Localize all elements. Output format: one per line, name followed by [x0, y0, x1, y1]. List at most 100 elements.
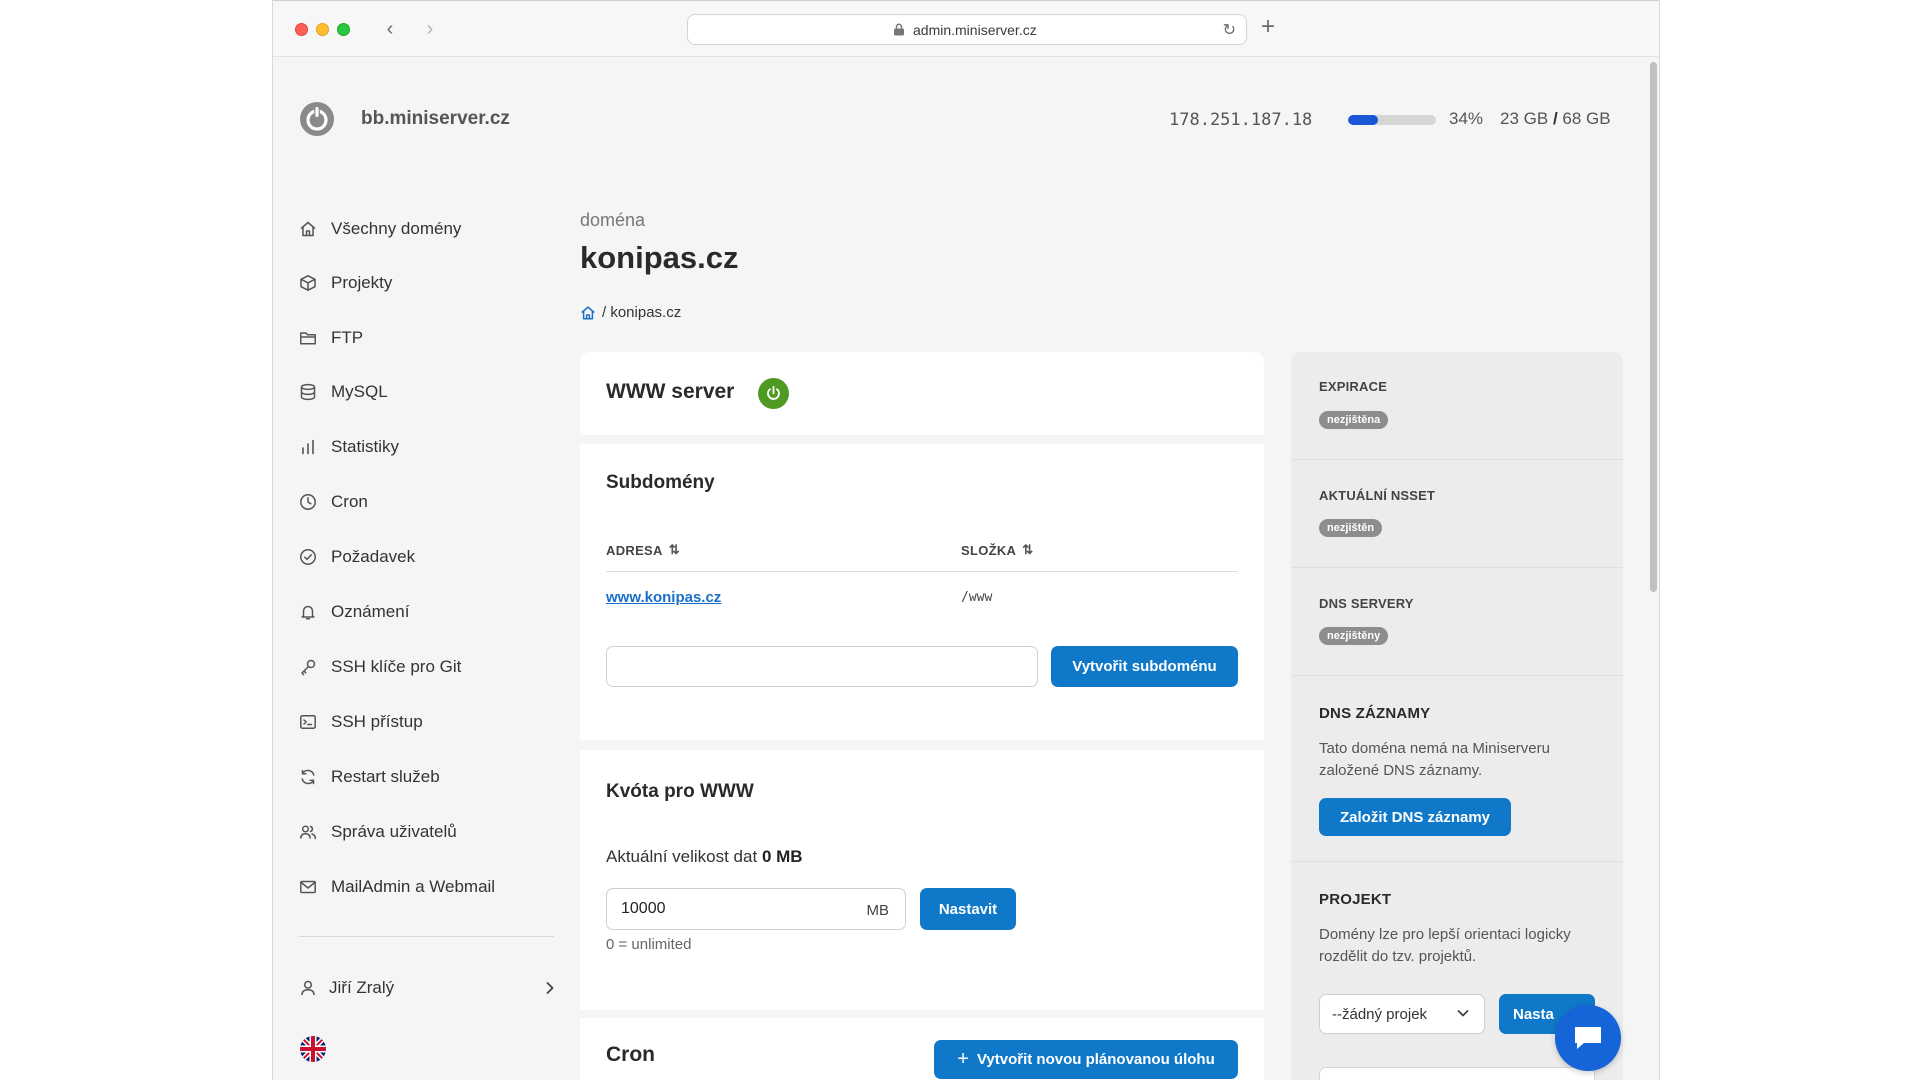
nsset-section: AKTUÁLNÍ NSSET nezjištěn [1291, 460, 1623, 568]
subdomains-card: Subdomény ADRESA ⇅ SLOŽKA ⇅ www.konipas.cz… [580, 444, 1264, 740]
sidebar-item-ftp[interactable]: FTP [299, 323, 363, 353]
project-text: Domény lze pro lepší orientaci logicky r… [1319, 926, 1571, 965]
back-icon[interactable]: ‹ [379, 15, 401, 43]
page-kicker: doména [580, 210, 646, 230]
chevron-down-icon [1457, 1010, 1469, 1017]
column-header-label: SLOŽKA [961, 542, 1017, 558]
disk-separator: / [1552, 109, 1558, 128]
browser-window: ‹ › admin.miniserver.cz ↻ + bb.miniserve… [272, 0, 1660, 1080]
sidebar-item-label: Projekty [331, 273, 393, 292]
sidebar-item-label: Oznámení [331, 602, 410, 621]
dns-records-section: DNS ZÁZNAMY Tato doména nemá na Miniserv… [1291, 676, 1623, 862]
sidebar-item-ssh-keys[interactable]: SSH klíče pro Git [299, 652, 461, 682]
quota-card: Kvóta pro WWW Aktuální velikost dat 0 MB… [580, 750, 1264, 1010]
terminal-icon [300, 715, 316, 729]
dns-servers-badge: nezjištěny [1319, 627, 1389, 645]
expiration-section: EXPIRACE nezjištěna [1291, 352, 1623, 460]
project-select-value: --žádný projek [1332, 1005, 1428, 1023]
disk-total: 68 GB [1562, 109, 1611, 128]
dns-records-text: Tato doména nemá na Miniserveru založené… [1319, 740, 1550, 779]
www-server-title: WWW server [606, 380, 735, 403]
sidebar-item-user-management[interactable]: Správa uživatelů [299, 817, 457, 847]
chevron-right-icon [546, 982, 554, 994]
breadcrumb: / konipas.cz [580, 304, 681, 321]
create-cron-job-label: Vytvořit novou plánovanou úlohu [976, 1051, 1215, 1068]
new-tab-icon[interactable]: + [1261, 13, 1275, 41]
dns-servers-label: DNS SERVERY [1319, 596, 1414, 611]
project-title: PROJEKT [1319, 891, 1392, 908]
create-subdomain-button[interactable]: Vytvořit subdoménu [1051, 646, 1238, 687]
user-menu[interactable]: Jiří Zralý [299, 973, 557, 1003]
chat-widget-button[interactable] [1555, 1005, 1621, 1071]
nsset-badge: nezjištěn [1319, 519, 1383, 537]
sidebar-item-mailadmin[interactable]: MailAdmin a Webmail [299, 872, 495, 902]
nsset-label: AKTUÁLNÍ NSSET [1319, 488, 1436, 503]
uk-flag-icon[interactable] [300, 1036, 326, 1062]
sort-icon: ⇅ [668, 542, 680, 557]
quota-current: Aktuální velikost dat 0 MB [606, 847, 803, 867]
sidebar-item-cron[interactable]: Cron [299, 487, 368, 517]
sidebar-item-all-domains[interactable]: Všechny domény [299, 214, 461, 244]
quota-input[interactable]: 10000 MB [606, 888, 906, 930]
disk-used: 23 GB [1500, 109, 1549, 128]
reload-icon[interactable]: ↻ [1223, 20, 1236, 40]
bar-chart-icon [302, 439, 314, 455]
sidebar-item-label: FTP [331, 328, 364, 347]
quota-current-label: Aktuální velikost dat [606, 847, 758, 866]
sidebar-item-label: MailAdmin a Webmail [331, 877, 496, 896]
sidebar-item-label: Všechny domény [331, 219, 462, 238]
maximize-window-button[interactable] [337, 23, 350, 36]
dns-servers-section: DNS SERVERY nezjištěny [1291, 568, 1623, 676]
page-scrollbar[interactable] [1650, 62, 1657, 592]
sidebar-item-statistics[interactable]: Statistiky [299, 432, 399, 462]
expiration-label: EXPIRACE [1319, 379, 1388, 394]
project-new-input[interactable] [1319, 1067, 1595, 1080]
project-select[interactable]: --žádný projek [1319, 994, 1485, 1034]
sidebar-item-label: SSH přístup [331, 712, 423, 731]
expiration-badge: nezjištěna [1319, 411, 1389, 429]
sidebar-item-mysql[interactable]: MySQL [299, 377, 388, 407]
users-icon [300, 825, 317, 840]
new-subdomain-input[interactable] [606, 646, 1038, 687]
www-server-card: WWW server [580, 352, 1264, 435]
sidebar-item-label: Cron [331, 492, 368, 511]
sidebar-item-restart-services[interactable]: Restart služeb [299, 762, 440, 792]
sidebar-item-label: MySQL [331, 382, 388, 401]
browser-titlebar: ‹ › admin.miniserver.cz ↻ + [273, 0, 1659, 57]
sidebar-item-notifications[interactable]: Oznámení [299, 597, 409, 627]
sidebar-item-label: Statistiky [331, 437, 400, 456]
home-icon[interactable] [580, 305, 596, 321]
disk-usage-fill [1348, 115, 1378, 125]
create-cron-job-button[interactable]: + Vytvořit novou plánovanou úlohu [934, 1040, 1238, 1079]
column-header-folder[interactable]: SLOŽKA ⇅ [961, 542, 1033, 558]
column-header-address[interactable]: ADRESA ⇅ [606, 542, 680, 558]
sidebar-divider [299, 936, 554, 937]
forward-icon[interactable]: › [419, 15, 441, 43]
user-icon [301, 980, 315, 996]
refresh-icon [301, 769, 315, 785]
domain-info-panel: EXPIRACE nezjištěna AKTUÁLNÍ NSSET nezji… [1291, 352, 1623, 1080]
minimize-window-button[interactable] [316, 23, 329, 36]
disk-usage-percent: 34% [1449, 109, 1484, 128]
miniserver-logo-icon[interactable] [299, 101, 335, 137]
table-divider [606, 571, 1238, 572]
subdomain-link[interactable]: www.konipas.cz [606, 589, 721, 606]
set-quota-button[interactable]: Nastavit [920, 888, 1016, 930]
sidebar-item-request[interactable]: Požadavek [299, 542, 415, 572]
create-dns-records-button[interactable]: Založit DNS záznamy [1319, 798, 1511, 836]
subdomains-title: Subdomény [606, 472, 715, 493]
quota-input-value: 10000 [621, 900, 666, 917]
quota-unit: MB [866, 902, 890, 919]
sidebar-item-projects[interactable]: Projekty [299, 268, 392, 298]
disk-usage-size: 23 GB / 68 GB [1500, 109, 1611, 129]
address-bar[interactable]: admin.miniserver.cz ↻ [687, 14, 1247, 45]
close-window-button[interactable] [295, 23, 308, 36]
disk-usage-bar [1348, 115, 1436, 125]
mail-icon [300, 880, 316, 894]
server-ip: 178.251.187.18 [1169, 110, 1313, 130]
breadcrumb-current: konipas.cz [610, 304, 682, 321]
folder-icon [300, 332, 316, 345]
www-server-power-toggle[interactable] [758, 378, 789, 409]
sidebar-item-ssh-access[interactable]: SSH přístup [299, 707, 423, 737]
quota-hint: 0 = unlimited [606, 936, 692, 953]
